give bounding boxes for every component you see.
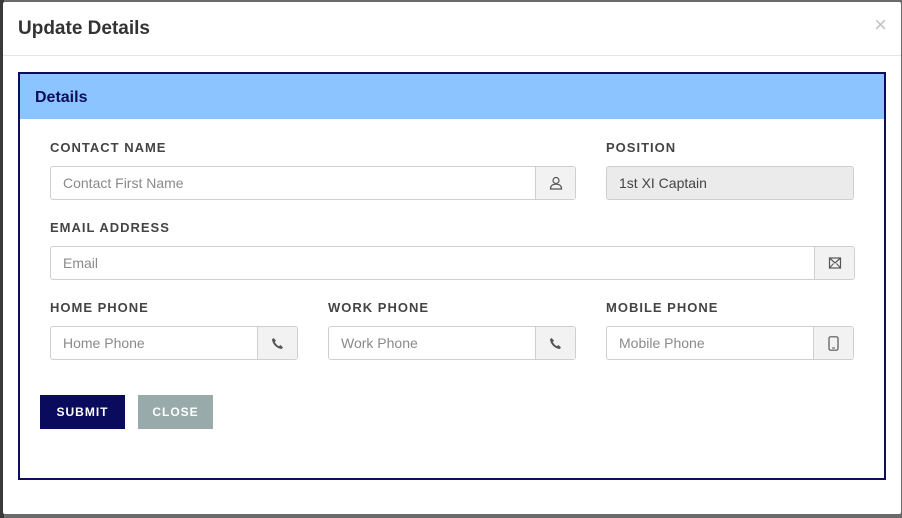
panel-title: Details	[35, 89, 88, 106]
home-phone-field	[50, 326, 298, 360]
submit-button[interactable]: SUBMIT	[40, 395, 125, 429]
modal-title: Update Details	[18, 18, 150, 39]
work-phone-label: WORK PHONE	[328, 300, 429, 315]
contact-name-field	[50, 166, 576, 200]
email-input[interactable]	[51, 247, 814, 279]
phone-icon	[257, 327, 297, 359]
mobile-phone-input[interactable]	[607, 327, 813, 359]
close-icon[interactable]: ×	[874, 14, 887, 36]
modal-header: Update Details ×	[3, 2, 901, 56]
close-button[interactable]: CLOSE	[138, 395, 213, 429]
contact-name-label: CONTACT NAME	[50, 140, 167, 155]
phone-icon	[535, 327, 575, 359]
position-value: 1st XI Captain	[619, 175, 707, 191]
mobile-phone-field	[606, 326, 854, 360]
work-phone-field	[328, 326, 576, 360]
contact-name-input[interactable]	[51, 167, 535, 199]
email-field	[50, 246, 855, 280]
position-field: 1st XI Captain	[606, 166, 854, 200]
update-details-modal: Update Details × Details CONTACT NAME PO…	[3, 2, 901, 514]
position-label: POSITION	[606, 140, 677, 155]
envelope-icon	[814, 247, 854, 279]
user-icon	[535, 167, 575, 199]
panel-heading: Details	[20, 74, 884, 119]
home-phone-input[interactable]	[51, 327, 257, 359]
home-phone-label: HOME PHONE	[50, 300, 149, 315]
mobile-phone-label: MOBILE PHONE	[606, 300, 719, 315]
mobile-icon	[813, 327, 853, 359]
work-phone-input[interactable]	[329, 327, 535, 359]
email-label: EMAIL ADDRESS	[50, 220, 170, 235]
details-panel: Details CONTACT NAME POSITION 1st XI Cap…	[18, 72, 886, 480]
